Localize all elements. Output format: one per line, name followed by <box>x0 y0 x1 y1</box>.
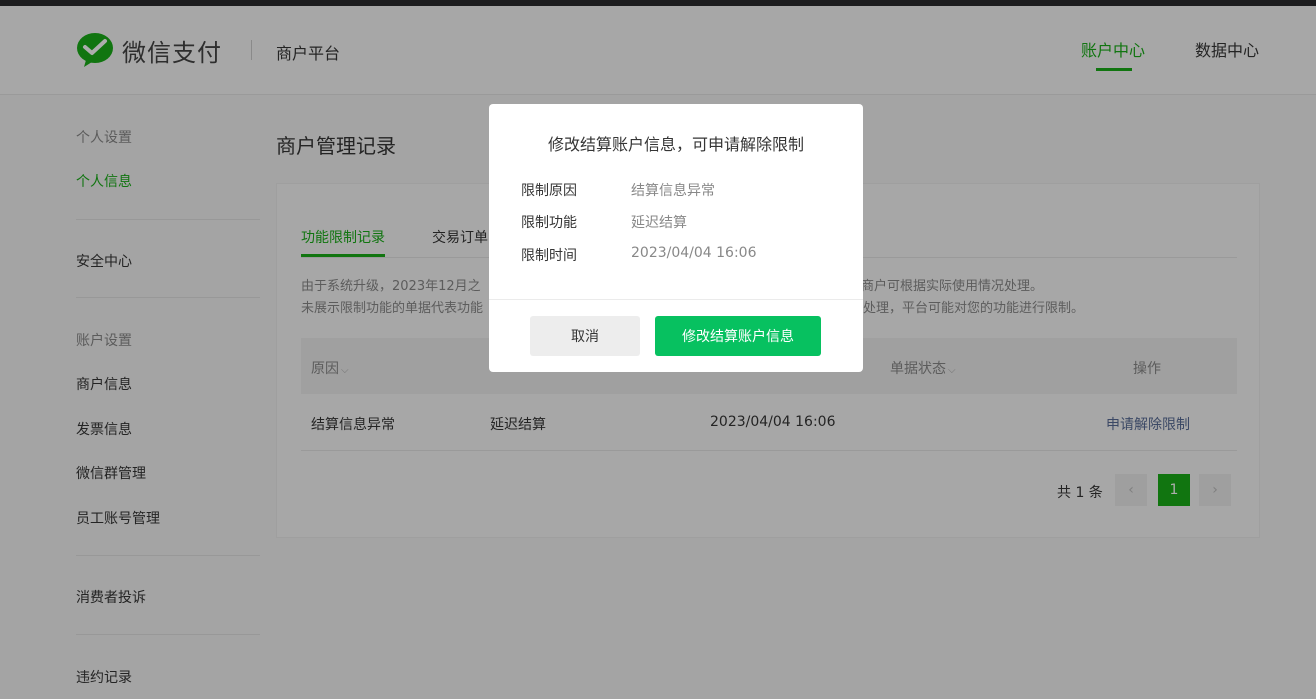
modal-label-function: 限制功能 <box>521 215 577 231</box>
modal-label-time: 限制时间 <box>521 248 577 264</box>
restriction-modal: 修改结算账户信息，可申请解除限制 限制原因 结算信息异常 限制功能 延迟结算 限… <box>489 104 863 372</box>
modal-title: 修改结算账户信息，可申请解除限制 <box>547 135 804 154</box>
modal-value-function: 延迟结算 <box>631 215 687 231</box>
modal-value-reason: 结算信息异常 <box>631 183 715 199</box>
cancel-button[interactable]: 取消 <box>530 316 640 356</box>
modal-value-time: 2023/04/04 16:06 <box>631 245 757 261</box>
modal-label-reason: 限制原因 <box>521 183 577 199</box>
modal-divider <box>489 299 863 300</box>
modify-settlement-account-button[interactable]: 修改结算账户信息 <box>655 316 821 356</box>
